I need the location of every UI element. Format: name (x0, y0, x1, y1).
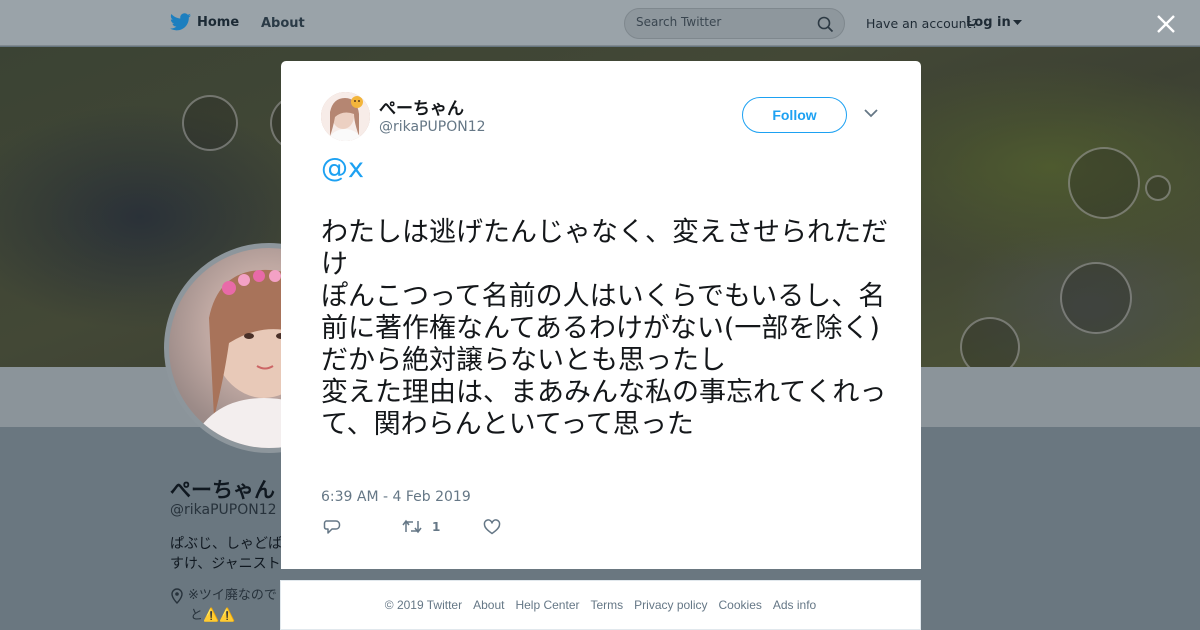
nav-about-link[interactable]: About (261, 16, 305, 31)
login-button[interactable]: Log in (966, 15, 1022, 30)
retweet-count: 1 (432, 519, 441, 534)
chevron-down-icon[interactable] (864, 108, 878, 118)
hud-circle-decoration (182, 95, 238, 151)
search-input[interactable] (636, 15, 806, 29)
footer-link-cookies[interactable]: Cookies (719, 598, 762, 612)
have-account-text: Have an account? (866, 16, 979, 31)
footer-link-terms[interactable]: Terms (590, 598, 623, 612)
tweet-text: @x わたしは逃げたんじゃなく、変えさせられただけ ぽんこつって名前の人はいくら… (321, 153, 891, 441)
profile-bio-line: すけ、ジャニスト (170, 556, 281, 572)
follow-button[interactable]: Follow (742, 97, 847, 133)
reply-button[interactable] (323, 519, 341, 535)
profile-name: ぺーちゃん (170, 478, 275, 502)
tweet-mention-link[interactable]: @x (321, 153, 364, 184)
footer-link-privacy[interactable]: Privacy policy (634, 598, 707, 612)
heart-icon (483, 519, 501, 535)
profile-bio: ぱぶじ、しゃどば すけ、ジャニスト (170, 534, 282, 574)
tweet-author-handle[interactable]: @rikaPUPON12 (379, 119, 486, 135)
avatar-portrait (321, 92, 370, 141)
footer-copyright: © 2019 Twitter (384, 598, 463, 612)
reply-icon (323, 520, 341, 534)
search-icon[interactable] (817, 16, 834, 33)
tweet-body: わたしは逃げたんじゃなく、変えさせられただけ ぽんこつって名前の人はいくらでもい… (321, 217, 888, 440)
footer-link-help-center[interactable]: Help Center (515, 598, 579, 612)
login-label: Log in (966, 15, 1011, 30)
profile-location: ※ツイ廃なので と⚠️⚠️ (170, 586, 282, 626)
profile-bio-line: ぱぶじ、しゃどば (170, 536, 282, 552)
search-box[interactable] (624, 8, 845, 39)
profile-handle: @rikaPUPON12 (170, 502, 277, 518)
tweet-author-avatar[interactable] (321, 92, 370, 141)
tweet-modal: ぺーちゃん @rikaPUPON12 Follow @x わたしは逃げたんじゃな… (281, 61, 921, 569)
nav-home-link[interactable]: Home (170, 13, 239, 31)
location-pin-icon (171, 588, 183, 604)
hud-circle-decoration (960, 317, 1020, 367)
top-navigation: Home About Have an account? Log in (0, 0, 1200, 46)
retweet-icon (402, 519, 422, 534)
profile-location-text: と⚠️⚠️ (190, 608, 236, 623)
hud-circle-decoration (1145, 175, 1171, 201)
like-button[interactable] (483, 519, 501, 535)
footer-links: © 2019 Twitter About Help Center Terms P… (281, 598, 920, 612)
nav-home-label: Home (197, 14, 240, 30)
twitter-bird-icon (170, 13, 191, 31)
tweet-author-name[interactable]: ぺーちゃん (379, 94, 464, 119)
hud-circle-decoration (1068, 147, 1140, 219)
profile-location-text: ※ツイ廃なので (188, 588, 277, 603)
tweet-timestamp[interactable]: 6:39 AM - 4 Feb 2019 (321, 489, 471, 505)
profile-location-row: ※ツイ廃なので (170, 586, 282, 606)
footer-link-ads-info[interactable]: Ads info (773, 598, 816, 612)
footer-link-about[interactable]: About (473, 598, 504, 612)
caret-down-icon (1012, 19, 1022, 25)
hud-circle-decoration (1060, 262, 1132, 334)
retweet-button[interactable]: 1 (402, 519, 440, 534)
modal-footer: © 2019 Twitter About Help Center Terms P… (280, 580, 921, 630)
close-icon[interactable] (1154, 12, 1178, 36)
